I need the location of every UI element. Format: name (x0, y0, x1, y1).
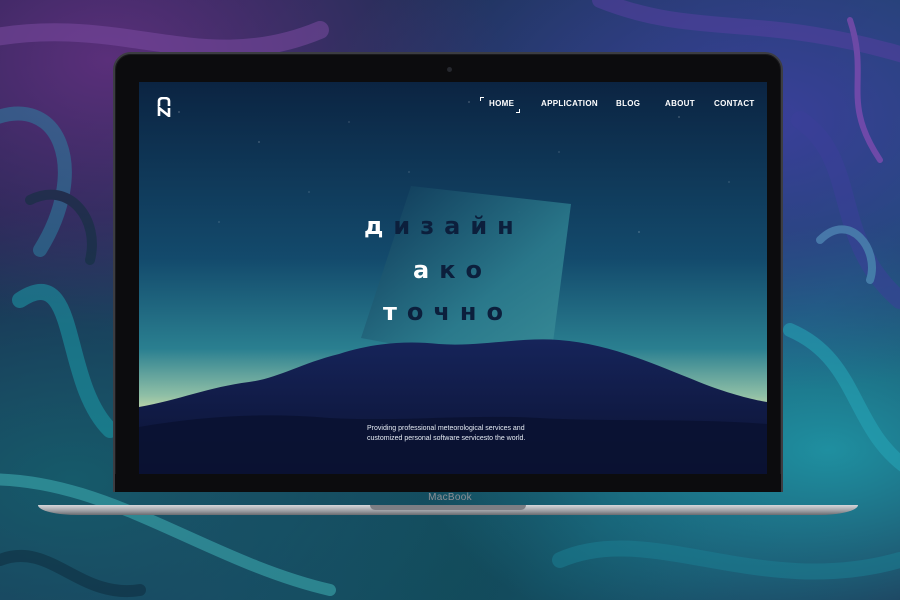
headline-rest: ко (439, 256, 492, 284)
headline-initial: а (413, 256, 440, 284)
headline-rest: изайн (393, 212, 524, 240)
nav-item-home[interactable]: HOME (489, 99, 514, 108)
nav-item-blog[interactable]: BLOG (616, 99, 640, 108)
hero-headline-line-1: дизайн (0, 212, 900, 240)
device-brand-label: MacBook (428, 492, 472, 503)
headline-initial: т (383, 298, 407, 326)
nav-item-about[interactable]: ABOUT (665, 99, 695, 108)
nav-item-application[interactable]: APPLICATION (541, 99, 598, 108)
tagline-line-2: customized personal software servicesto … (367, 435, 526, 442)
headline-initial: д (364, 212, 394, 240)
screen-bottom-bezel (115, 474, 781, 492)
main-nav: HOME APPLICATION BLOG ABOUT CONTACT (0, 99, 900, 111)
nav-item-contact[interactable]: CONTACT (714, 99, 755, 108)
tagline-line-1: Providing professional meteorological se… (367, 425, 525, 432)
hero-headline-line-2: ако (0, 256, 900, 284)
headline-rest: очно (406, 298, 513, 326)
hero-tagline: Providing professional meteorological se… (367, 424, 557, 444)
camera-dot (447, 67, 452, 72)
hero-headline-line-3: точно (0, 298, 900, 326)
